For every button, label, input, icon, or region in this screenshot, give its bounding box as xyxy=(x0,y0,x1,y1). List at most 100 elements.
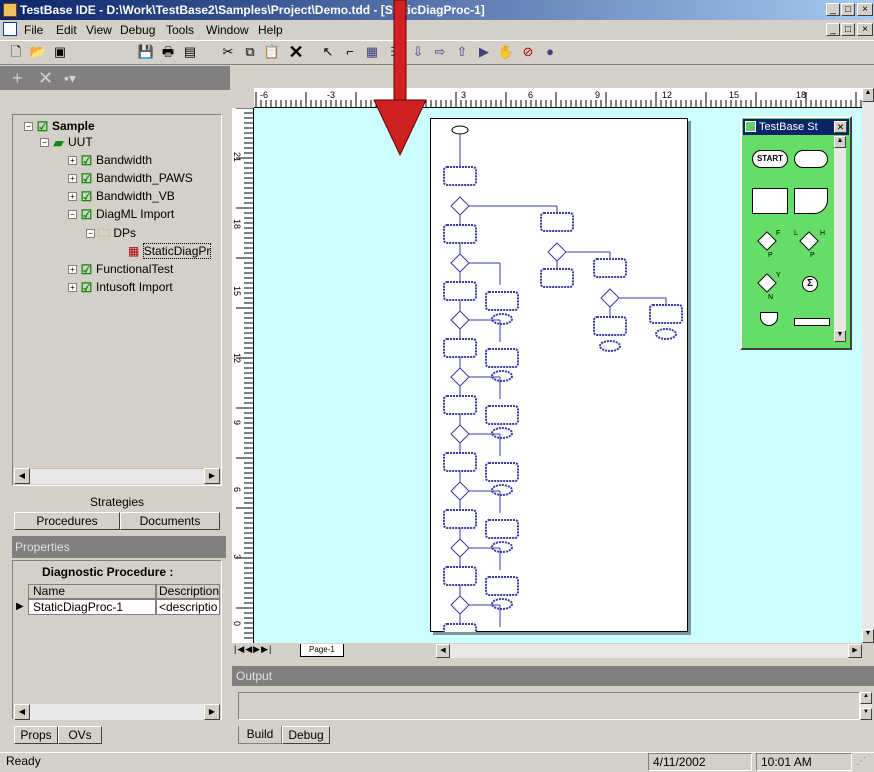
end-node[interactable] xyxy=(491,598,513,610)
palette-scroll-up[interactable]: ▲ xyxy=(834,136,846,148)
canvas-scroll-right[interactable]: ▶ xyxy=(848,644,862,658)
palette-close-button[interactable]: ✕ xyxy=(834,121,847,133)
canvas-h-scrollbar[interactable] xyxy=(436,644,862,658)
flowchart[interactable] xyxy=(430,118,688,632)
window-icon[interactable]: ▣ xyxy=(50,43,70,61)
decision-node[interactable] xyxy=(450,538,470,558)
open-folder-icon[interactable]: 📂 xyxy=(28,43,48,61)
canvas-scroll-down[interactable]: ▼ xyxy=(862,629,874,643)
props-scroll-left-button[interactable]: ◀ xyxy=(14,704,30,720)
pointer-icon[interactable]: ↖ xyxy=(318,43,338,61)
tree-node-bandwidth-paws[interactable]: + ☑ Bandwidth_PAWS xyxy=(68,169,193,187)
connector-icon[interactable]: ⌐ xyxy=(340,43,360,61)
property-row-description[interactable]: <descriptio xyxy=(156,599,220,615)
tree-node-staticdiag[interactable]: ▦ StaticDiagPr xyxy=(128,242,212,260)
tab-debug[interactable]: Debug xyxy=(282,726,330,744)
decision-node[interactable] xyxy=(450,481,470,501)
process-step[interactable] xyxy=(485,576,519,596)
step-out-icon[interactable]: ⇧ xyxy=(452,43,472,61)
tree-h-scrollbar[interactable] xyxy=(14,468,220,484)
decision-node[interactable] xyxy=(450,367,470,387)
canvas-scroll-up[interactable]: ▲ xyxy=(862,88,874,102)
save-icon[interactable]: 💾 xyxy=(136,43,156,61)
end-node[interactable] xyxy=(491,541,513,553)
tab-ovs[interactable]: OVs xyxy=(58,726,102,744)
end-node[interactable] xyxy=(655,328,677,340)
process-step[interactable] xyxy=(649,304,683,324)
page-navigation-icons[interactable]: |◀◀▶▶| xyxy=(234,644,272,655)
canvas-v-scrollbar[interactable] xyxy=(862,88,874,643)
tab-procedures[interactable]: Procedures xyxy=(14,512,120,530)
process-step[interactable] xyxy=(443,395,477,415)
process-step[interactable] xyxy=(593,316,627,336)
tab-build[interactable]: Build xyxy=(238,726,282,744)
palette-scroll-down[interactable]: ▼ xyxy=(834,330,846,342)
process-step[interactable] xyxy=(485,291,519,311)
tab-props[interactable]: Props xyxy=(14,726,58,744)
cut-icon[interactable]: ✂ xyxy=(218,43,238,61)
process-step[interactable] xyxy=(443,338,477,358)
tree-node-intusoft[interactable]: + ☑ Intusoft Import xyxy=(68,278,173,296)
new-file-icon[interactable]: 🗋 xyxy=(6,43,26,61)
print-icon[interactable]: 🖶 xyxy=(158,43,178,61)
tree-node-dps[interactable]: − 🗀 DPs xyxy=(86,224,136,242)
output-text-area[interactable] xyxy=(238,692,860,720)
end-node[interactable] xyxy=(491,484,513,496)
stop-icon[interactable]: ⊘ xyxy=(518,43,538,61)
scroll-right-button[interactable]: ▶ xyxy=(204,468,220,484)
process-step[interactable] xyxy=(443,623,477,632)
end-node[interactable] xyxy=(491,427,513,439)
palette-scrollbar[interactable] xyxy=(834,136,846,342)
palette-process-shape[interactable] xyxy=(752,188,788,214)
paste-icon[interactable]: 📋 xyxy=(262,43,282,61)
process-step[interactable] xyxy=(485,519,519,539)
end-node[interactable] xyxy=(491,313,513,325)
palette-terminal-shape[interactable] xyxy=(794,150,828,168)
process-step[interactable] xyxy=(540,268,574,288)
tree-node-uut[interactable]: − ▰ UUT xyxy=(40,133,93,151)
add-icon[interactable]: + xyxy=(12,68,23,89)
tab-strategies[interactable]: Strategies xyxy=(14,494,220,512)
start-node[interactable] xyxy=(451,125,469,135)
preview-icon[interactable]: ▤ xyxy=(180,43,200,61)
decision-node[interactable] xyxy=(547,242,567,262)
decision-node[interactable] xyxy=(600,288,620,308)
process-step[interactable] xyxy=(540,212,574,232)
delete-icon[interactable]: ✕ xyxy=(286,43,306,61)
menu-help[interactable]: Help xyxy=(254,21,287,39)
minimize-button[interactable]: _ xyxy=(826,3,840,16)
tab-page-1[interactable]: Page-1 xyxy=(300,644,344,657)
process-step[interactable] xyxy=(485,348,519,368)
menu-debug[interactable]: Debug xyxy=(116,21,159,39)
record-icon[interactable]: ● xyxy=(540,43,560,61)
mdi-restore-button[interactable]: □ xyxy=(841,23,855,36)
end-node[interactable] xyxy=(491,370,513,382)
process-step[interactable] xyxy=(485,462,519,482)
output-scroll-up[interactable]: ▲ xyxy=(860,692,872,704)
step-over-icon[interactable]: ⇨ xyxy=(430,43,450,61)
remove-icon[interactable]: ✕ xyxy=(38,68,53,89)
mdi-close-button[interactable]: × xyxy=(857,23,873,36)
hand-icon[interactable]: ✋ xyxy=(496,43,516,61)
close-button[interactable]: × xyxy=(857,3,873,16)
props-scroll-right-button[interactable]: ▶ xyxy=(204,704,220,720)
canvas-scroll-left[interactable]: ◀ xyxy=(436,644,450,658)
restore-button[interactable]: □ xyxy=(841,3,855,16)
palette-document-shape[interactable] xyxy=(794,188,828,214)
process-step[interactable] xyxy=(443,224,477,244)
tab-documents[interactable]: Documents xyxy=(120,512,220,530)
tree-node-diagml-import[interactable]: − ☑ DiagML Import xyxy=(68,205,174,223)
run-to-icon[interactable]: ▶ xyxy=(474,43,494,61)
properties-h-scrollbar[interactable] xyxy=(14,704,220,720)
menu-tools[interactable]: Tools xyxy=(162,21,198,39)
tree-node-bandwidth-vb[interactable]: + ☑ Bandwidth_VB xyxy=(68,187,175,205)
process-step[interactable] xyxy=(485,405,519,425)
end-node[interactable] xyxy=(599,340,621,352)
decision-node[interactable] xyxy=(450,253,470,273)
tree-node-functionaltest[interactable]: + ☑ FunctionalTest xyxy=(68,260,173,278)
decision-node[interactable] xyxy=(450,424,470,444)
properties-dropdown-icon[interactable]: ▪▾ xyxy=(64,70,76,87)
decision-node[interactable] xyxy=(450,196,470,216)
menu-view[interactable]: View xyxy=(82,21,116,39)
palette-sum-icon[interactable]: Σ xyxy=(802,276,818,292)
